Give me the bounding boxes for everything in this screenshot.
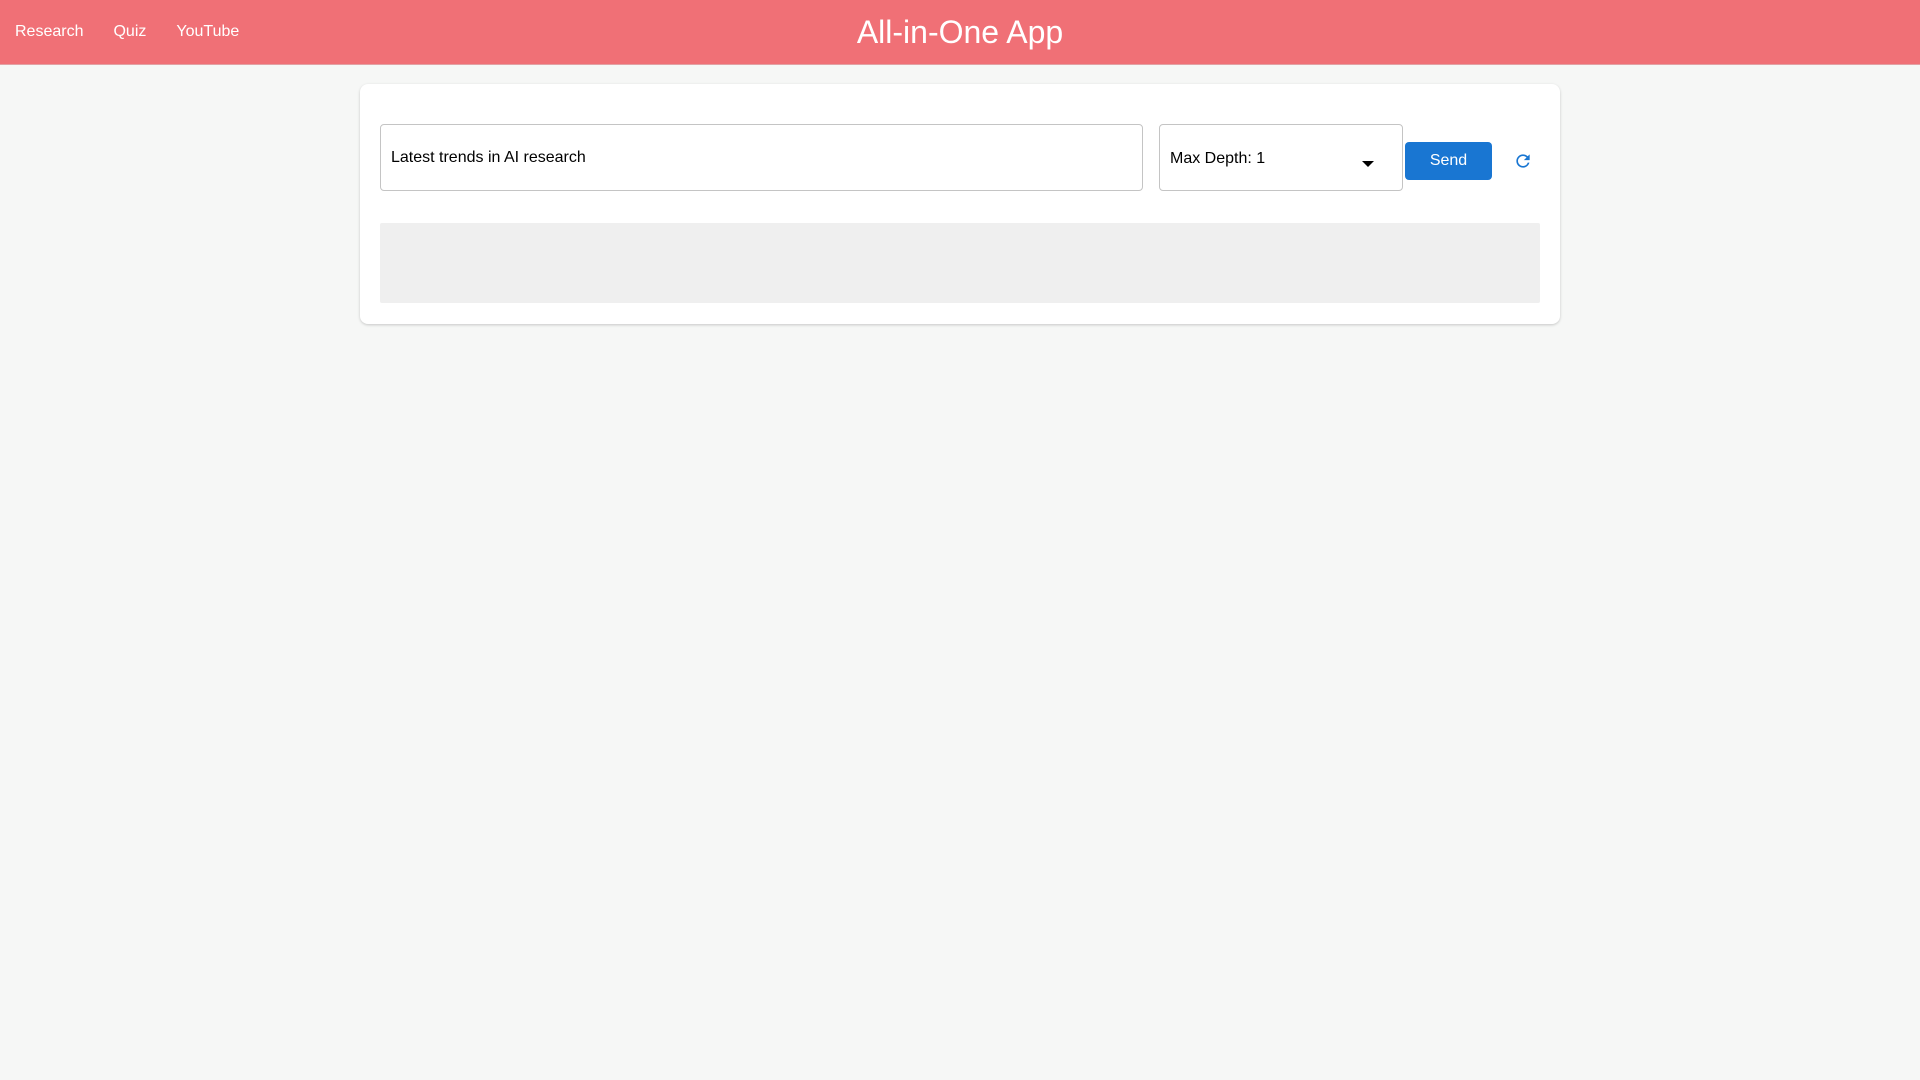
- max-depth-value: Max Depth: 1: [1170, 150, 1266, 167]
- nav-item-youtube[interactable]: YouTube: [176, 23, 239, 41]
- max-depth-select[interactable]: Max Depth: 1: [1159, 124, 1403, 191]
- result-area: [380, 223, 1540, 303]
- research-card: Max Depth: 1 Send: [360, 84, 1560, 324]
- search-input[interactable]: [380, 124, 1143, 191]
- nav-item-quiz[interactable]: Quiz: [113, 23, 146, 41]
- caret-down-icon: [1362, 161, 1374, 167]
- refresh-icon: [1516, 154, 1530, 168]
- app-title: All-in-One App: [856, 14, 1064, 50]
- send-button[interactable]: Send: [1405, 142, 1492, 180]
- refresh-button[interactable]: [1508, 146, 1538, 176]
- app-header: Research Quiz YouTube All-in-One App: [0, 0, 1920, 65]
- top-nav: Research Quiz YouTube: [15, 0, 269, 64]
- nav-item-research[interactable]: Research: [15, 23, 83, 41]
